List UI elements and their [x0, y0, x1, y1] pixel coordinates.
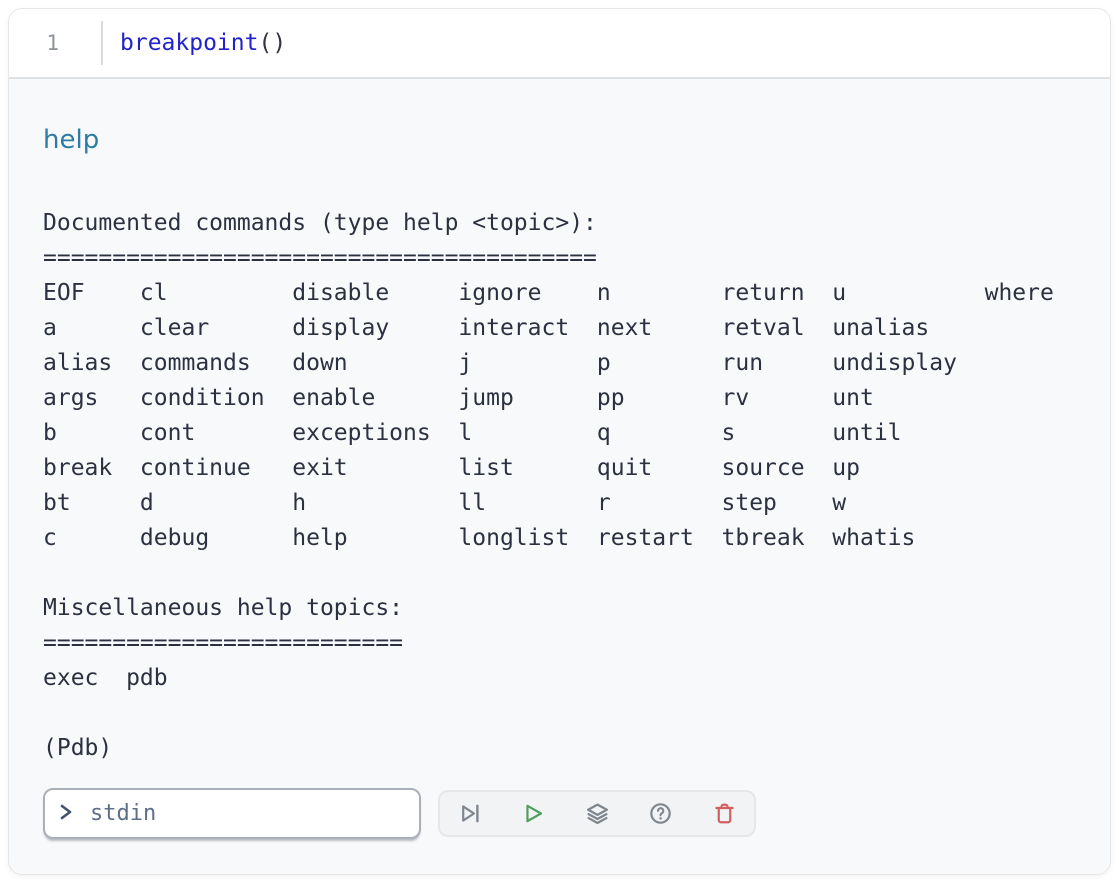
run-button[interactable]	[520, 800, 548, 828]
question-circle-icon	[648, 801, 673, 826]
skip-forward-icon	[458, 801, 483, 826]
pdb-prompt: (Pdb)	[43, 731, 1076, 766]
documented-commands-output: Documented commands (type help <topic>):…	[43, 206, 1076, 556]
stack-layers-icon	[585, 801, 610, 826]
line-number[interactable]: 1	[9, 31, 101, 55]
play-icon	[521, 801, 546, 826]
echoed-command: help	[43, 123, 1076, 158]
chevron-right-icon	[59, 803, 75, 825]
stdin-box[interactable]	[43, 788, 421, 839]
code-keyword: breakpoint	[120, 30, 258, 56]
step-next-button[interactable]	[456, 800, 484, 828]
code-editor-line: 1 breakpoint()	[9, 9, 1110, 79]
debug-toolbar	[438, 790, 756, 837]
stack-button[interactable]	[583, 800, 611, 828]
help-button[interactable]	[647, 800, 675, 828]
console-output: help Documented commands (type help <top…	[9, 79, 1110, 839]
debugger-panel: 1 breakpoint() help Documented commands …	[8, 8, 1111, 875]
code-content[interactable]: breakpoint()	[103, 30, 286, 56]
trash-icon	[712, 801, 737, 826]
code-punctuation: ()	[258, 30, 286, 56]
console-input-row	[43, 788, 1076, 839]
stdin-input[interactable]	[88, 800, 405, 827]
misc-help-topics-output: Miscellaneous help topics: =============…	[43, 591, 1076, 696]
clear-button[interactable]	[710, 800, 738, 828]
